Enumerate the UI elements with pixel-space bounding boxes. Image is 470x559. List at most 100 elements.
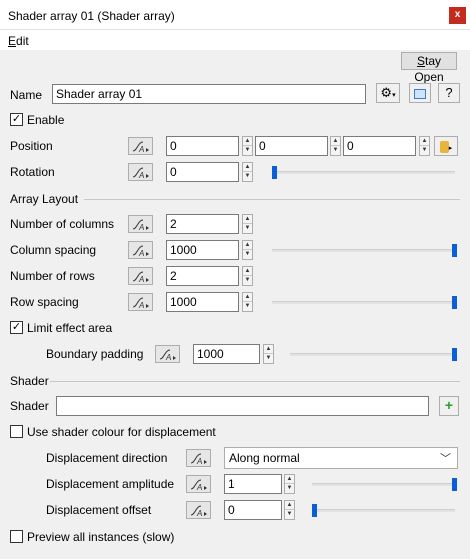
gear-icon: ⚙ (380, 85, 393, 100)
rotation-slider-thumb[interactable] (272, 166, 277, 179)
column-spacing-label: Column spacing (10, 243, 97, 257)
curve-icon: A (132, 271, 149, 283)
shader-divider (50, 381, 460, 382)
name-label: Name (10, 88, 43, 102)
array-layout-heading: Array Layout (10, 192, 79, 206)
curve-icon: A (190, 505, 207, 517)
array-layout-divider (84, 199, 460, 200)
row-spacing-label: Row spacing (10, 295, 79, 309)
position-x-input[interactable]: 0 (166, 136, 239, 156)
displacement-offset-slider-track[interactable] (312, 509, 455, 512)
boundary-padding-slider-thumb[interactable] (452, 348, 457, 361)
displacement-amplitude-slider-track[interactable] (312, 483, 455, 486)
close-button[interactable]: x (449, 7, 466, 24)
enable-checkbox[interactable]: ✓ (10, 113, 23, 126)
position-z-input[interactable]: 0 (343, 136, 416, 156)
name-input[interactable]: Shader array 01 (52, 84, 366, 104)
curve-icon: A (132, 141, 149, 153)
menu-edit[interactable]: Edit (8, 34, 29, 48)
displacement-offset-label: Displacement offset (46, 503, 152, 517)
curve-icon: A (190, 479, 207, 491)
columns-spinner[interactable]: ▲ ▼ (242, 214, 253, 234)
window-icon (414, 88, 426, 99)
svg-text:A: A (138, 249, 144, 257)
column-spacing-input[interactable]: 1000 (166, 240, 239, 260)
svg-text:A: A (138, 223, 144, 231)
row-spacing-input[interactable]: 1000 (166, 292, 239, 312)
row-spacing-slider-track[interactable] (272, 301, 455, 304)
enable-label: Enable (27, 113, 65, 127)
position-animate-button[interactable]: A (128, 137, 153, 155)
svg-text:A: A (196, 457, 202, 465)
window-title: Shader array 01 (Shader array) (8, 9, 175, 23)
column-spacing-spinner[interactable]: ▲ ▼ (242, 240, 253, 260)
boundary-padding-spinner[interactable]: ▲ ▼ (263, 344, 274, 364)
position-x-spinner[interactable]: ▲ ▼ (242, 136, 253, 156)
limit-effect-checkbox[interactable]: ✓ (10, 321, 23, 334)
curve-icon: A (159, 349, 176, 361)
preview-all-label: Preview all instances (slow) (27, 530, 175, 544)
row-spacing-spinner[interactable]: ▲ ▼ (242, 292, 253, 312)
displacement-offset-input[interactable]: 0 (224, 500, 282, 520)
rotation-input[interactable]: 0 (166, 162, 239, 182)
displacement-offset-slider-thumb[interactable] (312, 504, 317, 517)
svg-text:A: A (165, 353, 171, 361)
columns-input[interactable]: 2 (166, 214, 239, 234)
column-spacing-animate-button[interactable]: A (128, 241, 153, 259)
rotation-spinner[interactable]: ▲ ▼ (242, 162, 253, 182)
displacement-direction-value: Along normal (229, 451, 300, 465)
curve-icon: A (132, 245, 149, 257)
svg-text:A: A (138, 171, 144, 179)
position-label: Position (10, 139, 53, 153)
shader-field-label: Shader (10, 399, 49, 413)
svg-text:A: A (196, 483, 202, 491)
rows-label: Number of rows (10, 269, 95, 283)
rows-spinner[interactable]: ▲ ▼ (242, 266, 253, 286)
position-z-spinner[interactable]: ▲ ▼ (419, 136, 430, 156)
curve-icon: A (190, 453, 207, 465)
displacement-amplitude-label: Displacement amplitude (46, 477, 175, 491)
row-spacing-animate-button[interactable]: A (128, 293, 153, 311)
displacement-direction-select[interactable]: Along normal ﹀ (224, 447, 458, 469)
add-shader-button[interactable]: + (439, 396, 459, 416)
boundary-padding-label: Boundary padding (46, 347, 144, 361)
displacement-amplitude-spinner[interactable]: ▲ ▼ (284, 474, 295, 494)
displacement-amplitude-input[interactable]: 1 (224, 474, 282, 494)
preview-all-checkbox[interactable] (10, 530, 23, 543)
displacement-direction-animate-button[interactable]: A (186, 449, 211, 467)
boundary-padding-input[interactable]: 1000 (193, 344, 260, 364)
rotation-animate-button[interactable]: A (128, 163, 153, 181)
displacement-offset-spinner[interactable]: ▲ ▼ (284, 500, 295, 520)
row-spacing-slider-thumb[interactable] (452, 296, 457, 309)
svg-text:A: A (138, 145, 144, 153)
use-shader-colour-checkbox[interactable] (10, 425, 23, 438)
displacement-direction-label: Displacement direction (46, 451, 168, 465)
boundary-padding-slider-track[interactable] (290, 353, 455, 356)
picker-icon (439, 140, 449, 153)
shader-heading: Shader (10, 374, 49, 388)
boundary-padding-animate-button[interactable]: A (155, 345, 180, 363)
position-y-spinner[interactable]: ▲ ▼ (330, 136, 341, 156)
stay-open-button[interactable]: Stay Open (401, 52, 457, 84)
chevron-down-icon: ﹀ (440, 453, 451, 465)
curve-icon: A (132, 297, 149, 309)
pick-position-button[interactable]: ▸ (434, 136, 458, 156)
rotation-slider-track[interactable] (272, 171, 455, 174)
displacement-amplitude-animate-button[interactable]: A (186, 475, 211, 493)
displacement-amplitude-slider-thumb[interactable] (452, 478, 457, 491)
displacement-offset-animate-button[interactable]: A (186, 501, 211, 519)
curve-icon: A (132, 167, 149, 179)
settings-gear-button[interactable]: ⚙▾ (376, 83, 400, 103)
columns-label: Number of columns (10, 217, 115, 231)
shader-input[interactable] (56, 396, 429, 416)
position-y-input[interactable]: 0 (255, 136, 328, 156)
rows-animate-button[interactable]: A (128, 267, 153, 285)
columns-animate-button[interactable]: A (128, 215, 153, 233)
rows-input[interactable]: 2 (166, 266, 239, 286)
svg-text:A: A (138, 301, 144, 309)
menu-edit-mnemonic: E (8, 34, 17, 48)
preview-window-button[interactable] (409, 83, 431, 103)
help-button[interactable]: ? (438, 83, 460, 103)
column-spacing-slider-thumb[interactable] (452, 244, 457, 257)
column-spacing-slider-track[interactable] (272, 249, 455, 252)
